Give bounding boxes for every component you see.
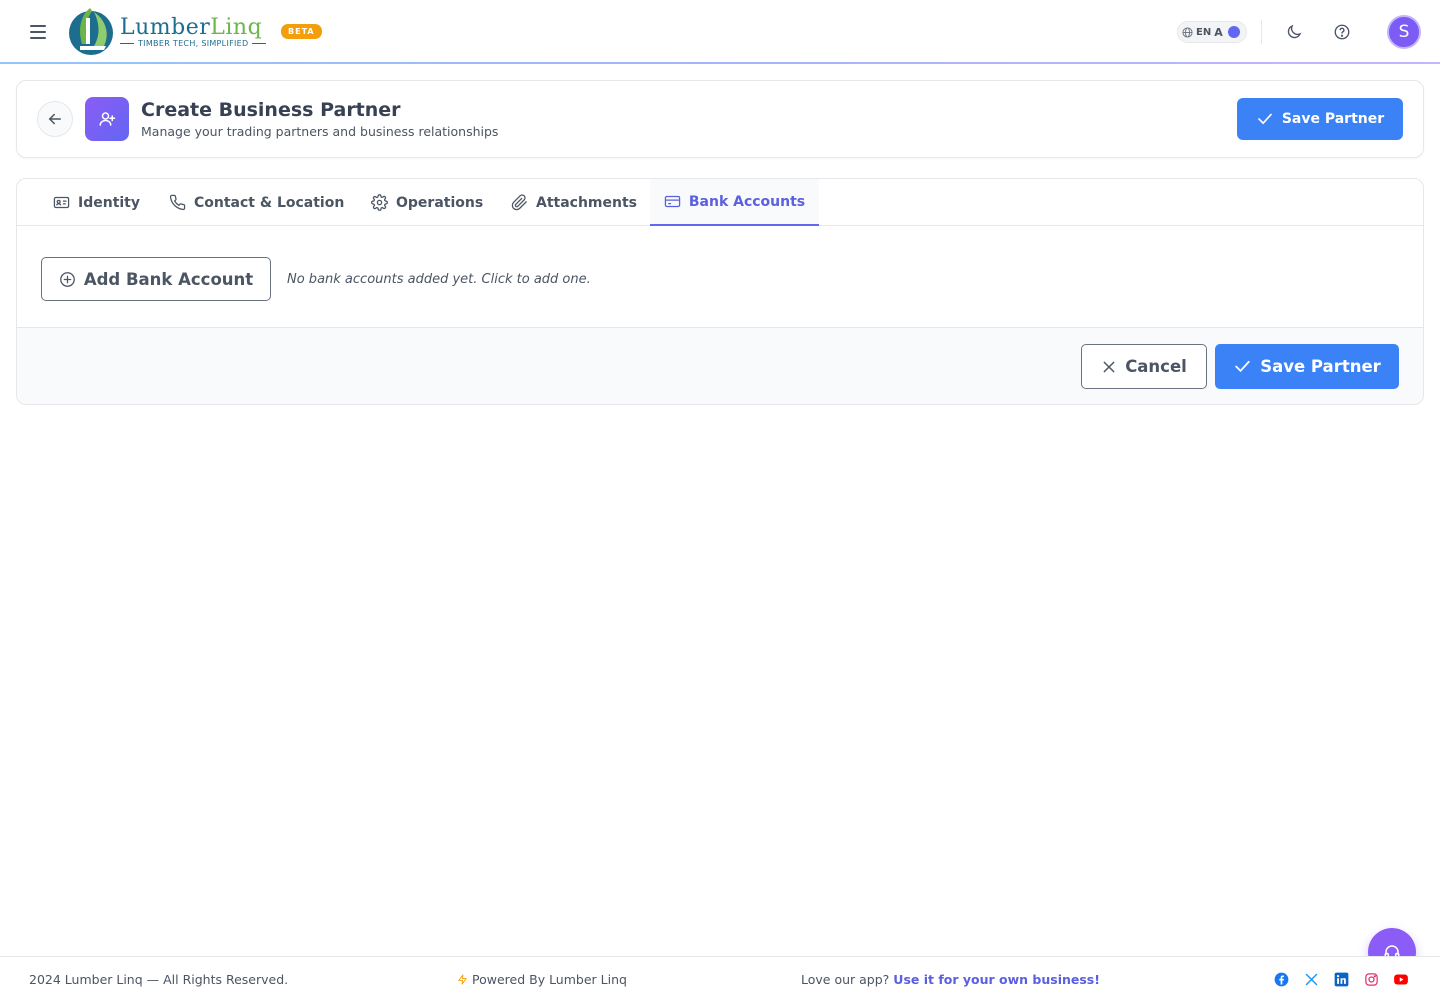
- facebook-icon[interactable]: [1273, 971, 1289, 987]
- navbar-gradient-line: [0, 62, 1440, 64]
- dark-mode-moon-icon[interactable]: [1282, 20, 1306, 44]
- logo-tagline: TIMBER TECH, SIMPLIFIED: [120, 39, 267, 48]
- page-title: Create Business Partner: [141, 99, 401, 121]
- linkedin-icon[interactable]: [1333, 971, 1349, 987]
- phone-icon: [169, 194, 186, 211]
- plus-circle-icon: [59, 271, 75, 287]
- save-partner-label: Save Partner: [1260, 357, 1381, 376]
- social-links: [1273, 971, 1409, 987]
- close-icon: [1103, 361, 1115, 372]
- id-card-icon: [53, 196, 70, 209]
- powered-by: Powered By Lumber Linq: [457, 972, 627, 987]
- x-icon[interactable]: [1303, 971, 1319, 987]
- form-actions-bar: Cancel Save Partner: [17, 327, 1423, 404]
- back-button[interactable]: [37, 101, 73, 137]
- language-code: EN: [1196, 26, 1212, 38]
- page-header-card: Create Business Partner Manage your trad…: [16, 80, 1424, 158]
- logo-wordmark: LumberLinq: [120, 14, 263, 40]
- save-partner-button-bottom[interactable]: Save Partner: [1215, 344, 1399, 389]
- tab-bank-accounts[interactable]: Bank Accounts: [650, 179, 819, 226]
- language-toggle[interactable]: EN A: [1177, 21, 1247, 43]
- user-plus-icon: [85, 97, 129, 141]
- toggle-knob: [1227, 26, 1240, 38]
- credit-card-icon: [664, 195, 681, 208]
- add-bank-account-button[interactable]: Add Bank Account: [41, 257, 271, 301]
- page-subtitle: Manage your trading partners and busines…: [141, 124, 499, 139]
- gear-icon: [371, 194, 388, 211]
- promo-text: Love our app? Use it for your own busine…: [801, 972, 1100, 987]
- form-tabs: Identity Contact & Location Operations A…: [17, 179, 1423, 226]
- paperclip-icon: [511, 194, 527, 211]
- beta-badge: BETA: [281, 24, 322, 39]
- bank-accounts-panel: Add Bank Account No bank accounts added …: [17, 226, 1423, 327]
- top-navbar: LumberLinq TIMBER TECH, SIMPLIFIED BETA …: [0, 0, 1440, 62]
- tab-identity[interactable]: Identity: [53, 179, 140, 226]
- tab-operations[interactable]: Operations: [371, 179, 483, 226]
- help-icon[interactable]: [1330, 20, 1354, 44]
- check-icon: [1258, 113, 1272, 125]
- instagram-icon[interactable]: [1363, 971, 1379, 987]
- save-partner-label: Save Partner: [1281, 111, 1385, 127]
- lightning-icon: [458, 974, 467, 985]
- cancel-label: Cancel: [1125, 357, 1187, 376]
- youtube-icon[interactable]: [1393, 971, 1409, 987]
- partner-form-card: Identity Contact & Location Operations A…: [16, 178, 1424, 405]
- cancel-button[interactable]: Cancel: [1081, 344, 1207, 389]
- page-footer: 2024 Lumber Linq — All Rights Reserved. …: [0, 956, 1440, 1000]
- app-logo[interactable]: LumberLinq TIMBER TECH, SIMPLIFIED: [66, 6, 267, 56]
- check-icon: [1235, 360, 1250, 373]
- user-avatar[interactable]: S: [1387, 15, 1421, 49]
- save-partner-button-top[interactable]: Save Partner: [1237, 98, 1403, 140]
- language-alt: A: [1214, 25, 1223, 39]
- tab-attachments[interactable]: Attachments: [511, 179, 637, 226]
- lumberlinq-logo-mark: [69, 8, 113, 55]
- tab-contact-location[interactable]: Contact & Location: [169, 179, 344, 226]
- arrow-left-icon: [48, 113, 61, 125]
- empty-state-message: No bank accounts added yet. Click to add…: [287, 272, 591, 287]
- promo-link[interactable]: Use it for your own business!: [893, 972, 1100, 987]
- hamburger-menu-icon[interactable]: [26, 20, 50, 44]
- globe-icon: [1182, 26, 1193, 38]
- navbar-divider: [1261, 20, 1262, 44]
- copyright-text: 2024 Lumber Linq — All Rights Reserved.: [29, 972, 289, 987]
- add-bank-account-label: Add Bank Account: [83, 269, 254, 289]
